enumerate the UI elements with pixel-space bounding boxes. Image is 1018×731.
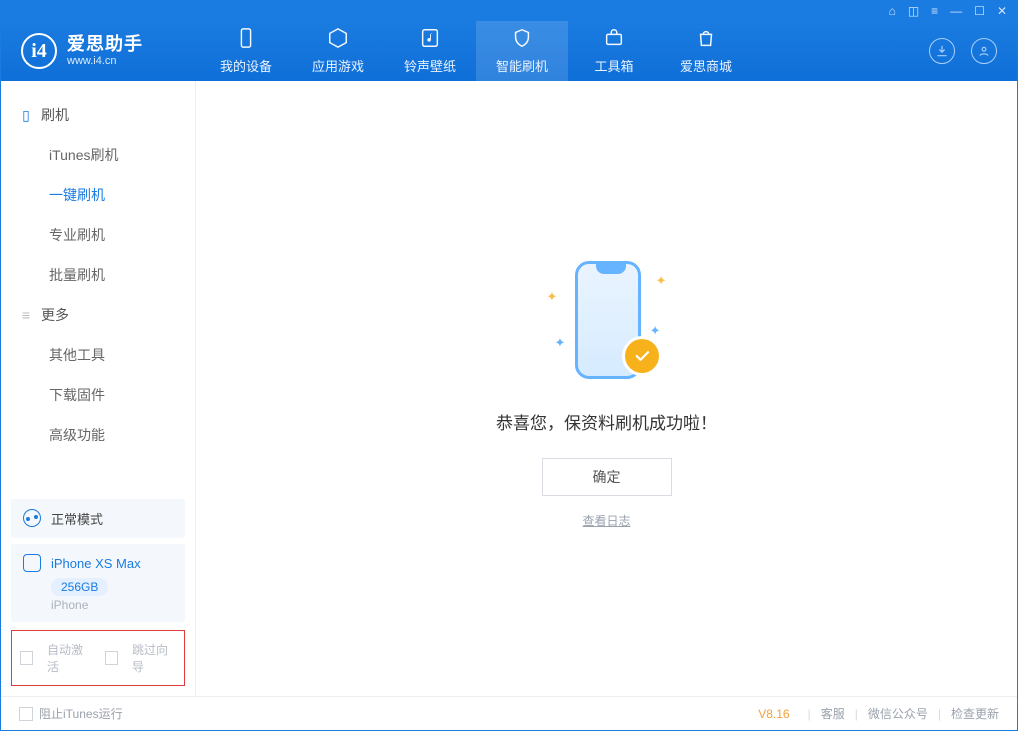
sparkle-icon: ✦ [555,335,566,351]
checkbox-block-itunes[interactable] [19,707,33,721]
sparkle-icon: ✦ [547,289,558,305]
sidebar-item-one-key-flash[interactable]: 一键刷机 [1,175,195,215]
close-button[interactable]: ✕ [997,4,1007,18]
tab-label: 我的设备 [220,56,272,75]
section-label: 刷机 [41,105,69,125]
mode-icon [23,509,41,527]
version-label: V8.16 [758,707,789,721]
app-title: 爱思助手 [67,35,143,55]
tshirt-icon[interactable]: ⌂ [889,4,896,18]
tab-label: 铃声壁纸 [404,56,456,75]
check-badge-icon [625,339,659,373]
tab-label: 智能刷机 [496,56,548,75]
tab-ring-wall[interactable]: 铃声壁纸 [384,21,476,81]
sidebar-item-pro-flash[interactable]: 专业刷机 [1,215,195,255]
sidebar-nav: ▯ 刷机 iTunes刷机 一键刷机 专业刷机 批量刷机 ≡ 更多 其他工具 下… [1,81,195,455]
view-log-link[interactable]: 查看日志 [582,512,630,529]
auto-activate-label: 自动激活 [47,641,91,675]
sidebar: ▯ 刷机 iTunes刷机 一键刷机 专业刷机 批量刷机 ≡ 更多 其他工具 下… [1,81,196,696]
customer-service-link[interactable]: 客服 [821,705,845,722]
sidebar-item-other-tools[interactable]: 其他工具 [1,335,195,375]
device-capacity-badge: 256GB [51,578,108,596]
tab-smart-flash[interactable]: 智能刷机 [476,21,568,81]
header-right [929,38,997,64]
section-label: 更多 [41,305,69,325]
app-url: www.i4.cn [67,55,143,67]
download-manager-icon[interactable] [929,38,955,64]
block-itunes-option[interactable]: 阻止iTunes运行 [19,705,123,722]
feedback-icon[interactable]: ◫ [908,4,919,18]
list-icon: ≡ [19,307,33,323]
music-icon [419,27,441,52]
menu-icon[interactable]: ≡ [931,4,938,18]
wechat-link[interactable]: 微信公众号 [868,705,928,722]
device-name: iPhone XS Max [51,556,141,571]
body: ▯ 刷机 iTunes刷机 一键刷机 专业刷机 批量刷机 ≡ 更多 其他工具 下… [1,81,1017,696]
header: i4 爱思助手 www.i4.cn 我的设备 应用游戏 铃声壁纸 智能刷机 [1,21,1017,81]
sparkle-icon: ✦ [656,273,667,289]
mode-box[interactable]: 正常模式 [11,499,185,538]
cube-icon [327,27,349,52]
flash-options-highlight: 自动激活 跳过向导 [11,630,185,686]
ok-button[interactable]: 确定 [542,458,672,496]
tab-my-device[interactable]: 我的设备 [200,21,292,81]
phone-small-icon: ▯ [19,107,33,124]
sidebar-item-itunes-flash[interactable]: iTunes刷机 [1,135,195,175]
sidebar-bottom: 正常模式 iPhone XS Max 256GB iPhone 自动激活 跳过向… [1,493,195,696]
device-box[interactable]: iPhone XS Max 256GB iPhone [11,544,185,622]
block-itunes-label: 阻止iTunes运行 [39,705,123,722]
shield-icon [511,27,533,52]
check-update-link[interactable]: 检查更新 [951,705,999,722]
device-icon [23,554,41,572]
success-illustration: ✦ ✦ ✦ ✦ [537,249,677,389]
sidebar-item-batch-flash[interactable]: 批量刷机 [1,255,195,295]
top-tabs: 我的设备 应用游戏 铃声壁纸 智能刷机 工具箱 爱思商城 [200,21,752,81]
skip-guide-label: 跳过向导 [132,641,176,675]
tab-apps-games[interactable]: 应用游戏 [292,21,384,81]
tab-label: 工具箱 [594,56,633,75]
sidebar-item-advanced[interactable]: 高级功能 [1,415,195,455]
device-type: iPhone [51,598,173,612]
account-icon[interactable] [971,38,997,64]
tab-label: 应用游戏 [312,56,364,75]
logo: i4 爱思助手 www.i4.cn [21,33,196,69]
mode-label: 正常模式 [51,509,103,528]
tab-toolbox[interactable]: 工具箱 [568,21,660,81]
briefcase-icon [603,27,625,52]
sidebar-item-dl-firmware[interactable]: 下载固件 [1,375,195,415]
checkbox-skip-guide[interactable] [105,651,118,665]
success-text: 恭喜您，保资料刷机成功啦！ [496,409,717,434]
footer: 阻止iTunes运行 V8.16 | 客服 | 微信公众号 | 检查更新 [1,696,1017,730]
bag-icon [695,27,717,52]
sparkle-icon: ✦ [650,323,661,339]
section-more: ≡ 更多 [1,295,195,335]
logo-mark-icon: i4 [21,33,57,69]
section-flash: ▯ 刷机 [1,95,195,135]
main-content: ✦ ✦ ✦ ✦ 恭喜您，保资料刷机成功啦！ 确定 查看日志 [196,81,1017,696]
tab-label: 爱思商城 [680,56,732,75]
maximize-button[interactable]: ☐ [974,4,985,18]
tab-store[interactable]: 爱思商城 [660,21,752,81]
titlebar: ⌂ ◫ ≡ — ☐ ✕ [1,1,1017,21]
phone-icon [235,27,257,52]
checkbox-auto-activate[interactable] [20,651,33,665]
app-window: ⌂ ◫ ≡ — ☐ ✕ i4 爱思助手 www.i4.cn 我的设备 应用游戏 [0,0,1018,731]
minimize-button[interactable]: — [950,4,962,18]
